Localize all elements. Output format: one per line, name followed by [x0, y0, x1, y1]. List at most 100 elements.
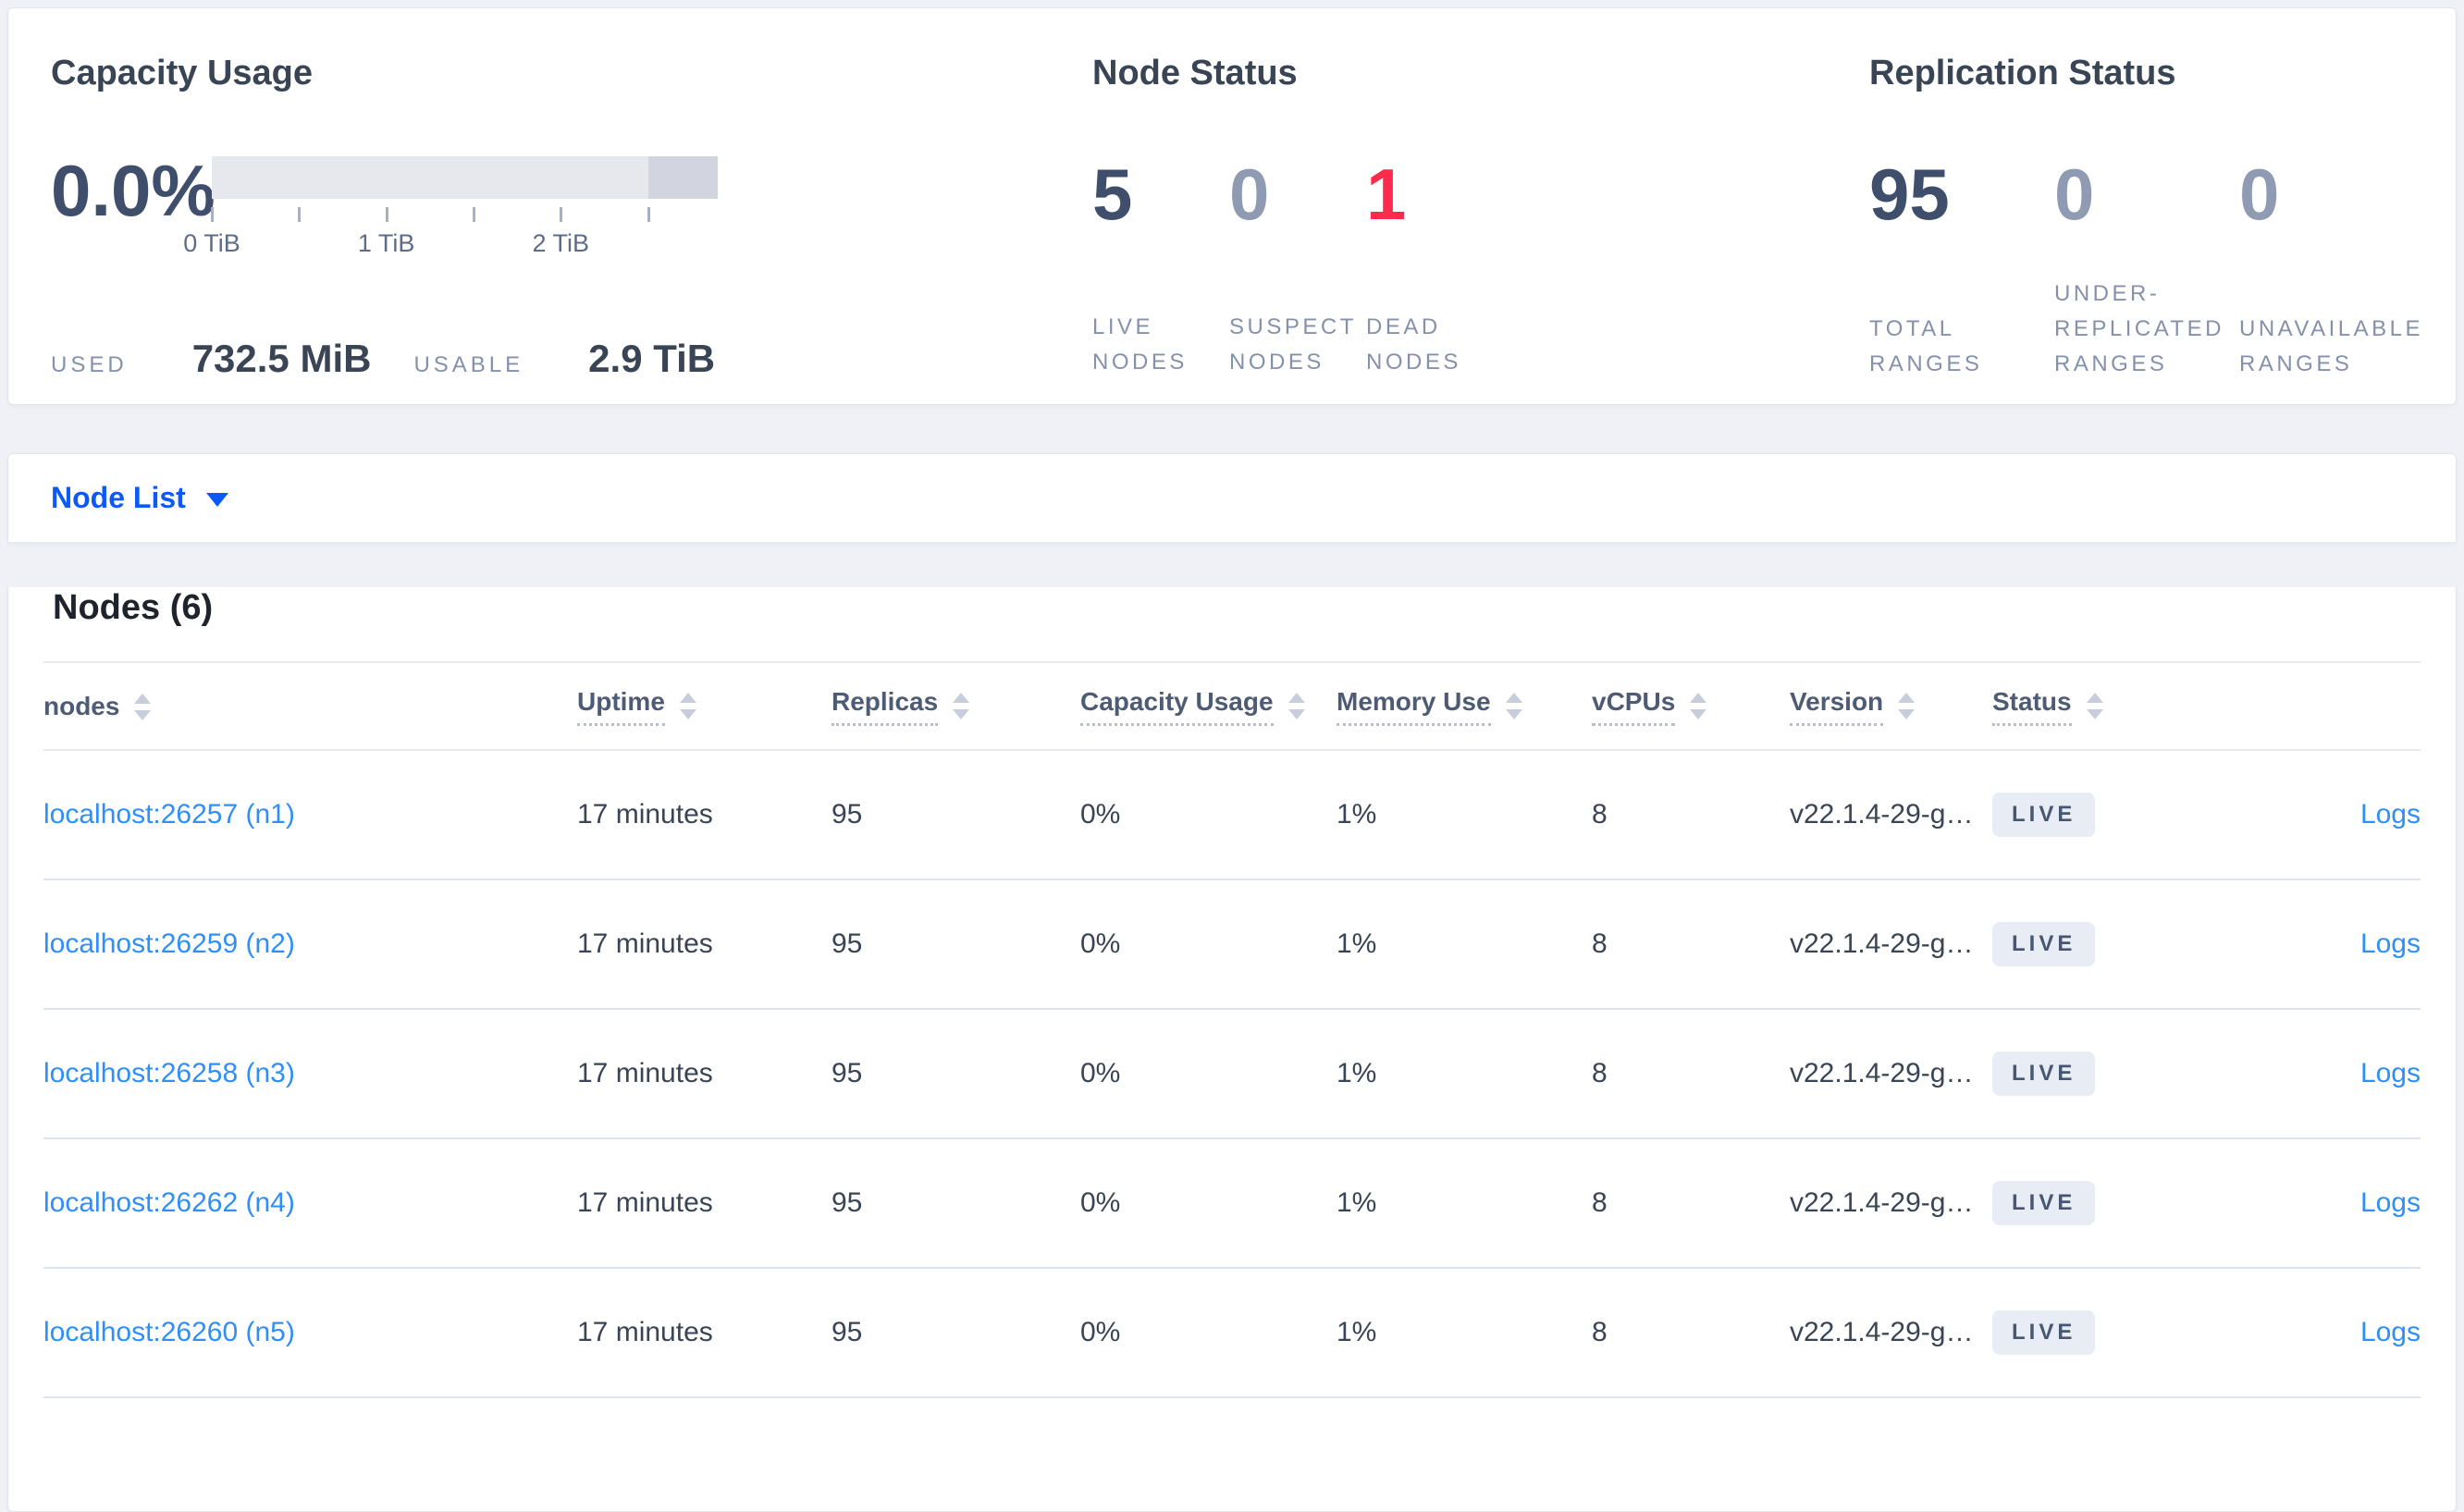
status-badge: LIVE	[1992, 1310, 2096, 1355]
capacity-usage-cell: 0%	[1080, 1058, 1121, 1088]
capacity-percent-value: 0.0%	[51, 150, 216, 231]
capacity-axis-labels: 0 TiB 1 TiB 2 TiB	[183, 229, 718, 259]
capacity-usage-cell: 0%	[1080, 1317, 1121, 1347]
status-cell: LIVE	[1992, 879, 2224, 1009]
replicas-cell: 95	[832, 799, 863, 830]
version-cell: v22.1.4-29-g…	[1790, 1187, 1974, 1218]
capacity-bar-end-segment	[647, 156, 718, 199]
column-header-nodes[interactable]: nodes	[43, 662, 577, 750]
version-cell: v22.1.4-29-g…	[1790, 1058, 1974, 1088]
nodes-table: nodes Uptime Replicas Capacity Usage Mem…	[43, 661, 2421, 1398]
status-cell: LIVE	[1992, 1009, 2224, 1138]
capacity-usage-cell: 0%	[1080, 1187, 1121, 1218]
column-header-vcpus[interactable]: vCPUs	[1592, 662, 1790, 750]
column-header-status[interactable]: Status	[1992, 662, 2224, 750]
table-header-row: nodes Uptime Replicas Capacity Usage Mem…	[43, 662, 2421, 750]
sort-icon	[953, 693, 970, 719]
capacity-bar-track	[212, 156, 718, 199]
nodes-section-title: Nodes (6)	[53, 588, 214, 627]
capacity-usage-panel: Capacity Usage 0.0% 0 TiB 1 TiB 2 TiB US…	[51, 8, 1092, 404]
node-status-title: Node Status	[1092, 54, 1298, 92]
logs-link[interactable]: Logs	[2360, 928, 2421, 959]
view-selector-bar: Node List	[7, 453, 2457, 543]
live-nodes-count: 5	[1092, 154, 1133, 235]
node-link[interactable]: localhost:26258 (n3)	[43, 1058, 295, 1088]
suspect-nodes-label: SUSPECT NODES	[1229, 314, 1357, 375]
capacity-bar-chart: 0 TiB 1 TiB 2 TiB	[183, 156, 718, 259]
logs-link[interactable]: Logs	[2360, 1058, 2421, 1088]
version-cell: v22.1.4-29-g…	[1790, 799, 1974, 830]
status-cell: LIVE	[1992, 750, 2224, 879]
total-ranges-label: TOTAL RANGES	[1869, 316, 1983, 376]
nodes-card: Nodes (6) nodes Uptime Replicas Capacity…	[7, 587, 2457, 1512]
table-row: localhost:26262 (n4) 17 minutes 95 0% 1%…	[43, 1138, 2421, 1268]
memory-use-cell: 1%	[1337, 799, 1377, 830]
vcpus-cell: 8	[1592, 1187, 1608, 1218]
vcpus-cell: 8	[1592, 1317, 1608, 1347]
uptime-cell: 17 minutes	[577, 1187, 713, 1218]
memory-use-cell: 1%	[1337, 1317, 1377, 1347]
table-row: localhost:26259 (n2) 17 minutes 95 0% 1%…	[43, 879, 2421, 1009]
memory-use-cell: 1%	[1337, 928, 1377, 959]
axis-label-0: 0 TiB	[183, 229, 240, 257]
uptime-cell: 17 minutes	[577, 799, 713, 830]
usable-label: USABLE	[413, 352, 524, 377]
chevron-down-icon	[205, 493, 228, 507]
cluster-summary-card: Capacity Usage 0.0% 0 TiB 1 TiB 2 TiB US…	[7, 7, 2457, 405]
dead-nodes-label: DEAD NODES	[1366, 314, 1461, 375]
replicas-cell: 95	[832, 1317, 863, 1347]
unavailable-ranges-label: UNAVAILABLE RANGES	[2239, 316, 2424, 376]
capacity-usage-cell: 0%	[1080, 928, 1121, 959]
status-badge: LIVE	[1992, 1181, 2096, 1225]
version-cell: v22.1.4-29-g…	[1790, 1317, 1974, 1347]
capacity-usage-cell: 0%	[1080, 799, 1121, 830]
column-header-version[interactable]: Version	[1790, 662, 1992, 750]
dead-nodes-count: 1	[1366, 154, 1407, 235]
logs-link[interactable]: Logs	[2360, 1187, 2421, 1218]
vcpus-cell: 8	[1592, 799, 1608, 830]
logs-link[interactable]: Logs	[2360, 1317, 2421, 1347]
vcpus-cell: 8	[1592, 1058, 1608, 1088]
uptime-cell: 17 minutes	[577, 1058, 713, 1088]
memory-use-cell: 1%	[1337, 1187, 1377, 1218]
node-link[interactable]: localhost:26257 (n1)	[43, 799, 295, 830]
under-replicated-ranges-count: 0	[2054, 154, 2095, 235]
column-header-uptime[interactable]: Uptime	[577, 662, 832, 750]
axis-label-1: 1 TiB	[357, 229, 415, 257]
column-header-capacity-usage[interactable]: Capacity Usage	[1080, 662, 1337, 750]
node-link[interactable]: localhost:26260 (n5)	[43, 1317, 295, 1347]
cluster-overview-page: Capacity Usage 0.0% 0 TiB 1 TiB 2 TiB US…	[0, 0, 2464, 1512]
used-value: 732.5 MiB	[191, 337, 372, 380]
sort-icon	[134, 693, 152, 720]
sort-icon	[1505, 693, 1522, 719]
logs-link[interactable]: Logs	[2360, 799, 2421, 830]
sort-icon	[1690, 693, 1707, 719]
version-cell: v22.1.4-29-g…	[1790, 928, 1974, 959]
replication-status-panel: Replication Status 95 0 0 TOTAL RANGES U…	[1869, 8, 2456, 404]
replication-status-title: Replication Status	[1869, 54, 2176, 92]
capacity-usage-title: Capacity Usage	[51, 54, 314, 92]
memory-use-cell: 1%	[1337, 1058, 1377, 1088]
table-row: localhost:26260 (n5) 17 minutes 95 0% 1%…	[43, 1268, 2421, 1397]
column-header-replicas[interactable]: Replicas	[832, 662, 1080, 750]
node-link[interactable]: localhost:26259 (n2)	[43, 928, 295, 959]
status-badge: LIVE	[1992, 793, 2096, 837]
column-header-logs	[2224, 662, 2421, 750]
sort-icon	[679, 693, 696, 719]
replicas-cell: 95	[832, 928, 863, 959]
view-dropdown[interactable]: Node List	[51, 481, 228, 515]
total-ranges-count: 95	[1869, 154, 1950, 235]
column-header-memory-use[interactable]: Memory Use	[1337, 662, 1592, 750]
sort-icon	[1287, 693, 1305, 719]
node-link[interactable]: localhost:26262 (n4)	[43, 1187, 295, 1218]
table-row: localhost:26258 (n3) 17 minutes 95 0% 1%…	[43, 1009, 2421, 1138]
used-label: USED	[51, 352, 128, 377]
uptime-cell: 17 minutes	[577, 1317, 713, 1347]
under-replicated-ranges-label: UNDER-REPLICATED RANGES	[2054, 281, 2224, 376]
status-cell: LIVE	[1992, 1268, 2224, 1397]
replicas-cell: 95	[832, 1058, 863, 1088]
axis-label-2: 2 TiB	[532, 229, 590, 257]
sort-icon	[2086, 693, 2103, 719]
view-dropdown-label: Node List	[51, 481, 186, 514]
node-status-panel: Node Status 5 0 1 LIVE NODES SUSPECT NOD…	[1092, 8, 1869, 404]
